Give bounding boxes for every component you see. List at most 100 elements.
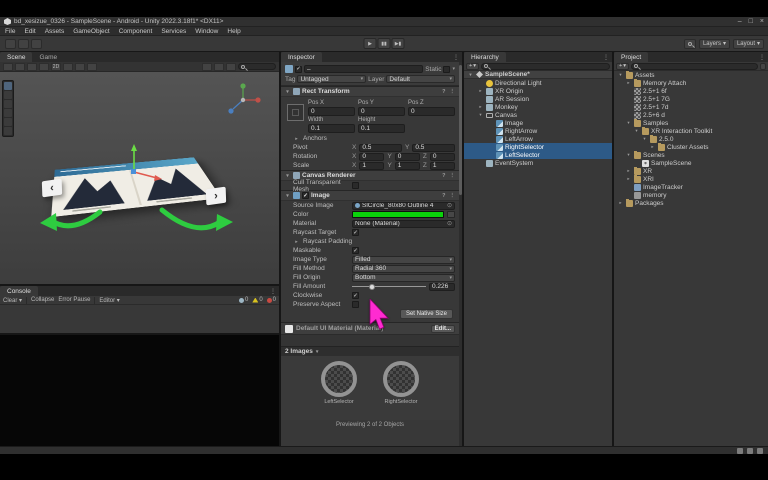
tab-hierarchy[interactable]: Hierarchy [464,52,506,62]
play-button[interactable]: ▶ [364,38,377,49]
project-row[interactable]: 2.5+1 7G [614,95,768,103]
menu-item[interactable]: File [5,28,15,35]
visibility-toggle-icon[interactable] [202,63,212,71]
preserve-aspect-checkbox[interactable] [352,301,359,308]
tag-dropdown[interactable]: Untagged▾ [297,75,366,83]
collapse-toggle[interactable]: Collapse [31,297,54,303]
rotation-y-field[interactable]: 0 [395,153,420,161]
project-row[interactable]: ▾ XR Interaction Toolkit [614,127,768,135]
hierarchy-row[interactable]: LeftSelector [464,151,612,159]
hierarchy-row[interactable]: RightArrow [464,127,612,135]
undo-history-icon[interactable] [31,39,42,49]
menu-item[interactable]: Assets [45,28,65,35]
project-row[interactable]: ▸ XRI [614,175,768,183]
foldout-icon[interactable]: ▸ [625,80,632,86]
image-component-header[interactable]: ▾ ✓ Image ? ⋮ [281,190,459,201]
scene-view-tab[interactable]: Scene [0,52,32,62]
foldout-closed-icon[interactable]: ▸ [293,239,300,245]
foldout-open-icon[interactable]: ▾ [284,173,291,179]
anchors-foldout[interactable]: Anchors [303,135,359,142]
maskable-checkbox[interactable]: ✓ [352,247,359,254]
warning-count[interactable]: 0 [252,297,262,303]
hierarchy-row[interactable]: RightSelector [464,143,612,151]
info-count[interactable]: 0 [239,297,248,303]
foldout-icon[interactable]: ▸ [625,168,632,174]
error-count[interactable]: 0 [267,297,276,303]
preview-item[interactable]: RightSelector [383,361,419,420]
scale-z-field[interactable]: 1 [430,162,455,170]
foldout-icon[interactable]: ▾ [625,152,632,158]
kebab-icon[interactable]: ⋮ [756,52,768,62]
cloud-services-icon[interactable] [18,39,29,49]
foldout-icon[interactable]: ▾ [617,72,624,78]
project-search-input[interactable] [631,63,758,70]
foldout-icon[interactable]: ▾ [625,120,632,126]
create-button[interactable]: +▾ [616,63,629,70]
kebab-icon[interactable]: ⋮ [600,52,612,62]
foldout-icon[interactable]: ▾ [633,128,640,134]
foldout-icon[interactable]: ▸ [649,144,656,150]
foldout-icon[interactable]: ▸ [625,176,632,182]
color-swatch[interactable] [352,211,444,218]
foldout-closed-icon[interactable]: ▸ [293,136,300,142]
pause-button[interactable]: ▮▮ [378,38,391,49]
hierarchy-row[interactable]: AR Session [464,95,612,103]
scene-view-tab[interactable]: Game [32,52,64,62]
layout-dropdown[interactable]: Layout▾ [733,39,764,49]
gizmos-dropdown-icon[interactable] [226,63,236,71]
notifications-icon[interactable] [747,448,753,454]
view-orientation-gizmo[interactable] [228,83,260,113]
kebab-icon[interactable]: ⋮ [449,173,457,179]
gizmo-center-handle[interactable] [131,169,136,174]
project-row[interactable]: 2.5+1 7d [614,103,768,111]
project-row[interactable]: ▾ Scenes [614,151,768,159]
fill-amount-value-field[interactable]: 0.226 [429,283,455,291]
static-checkbox[interactable] [443,66,450,73]
height-field[interactable]: 0.1 [358,124,405,133]
clockwise-checkbox[interactable]: ✓ [352,292,359,299]
project-row[interactable]: ▾ 2.5.0 [614,135,768,143]
pivot-toggle-icon[interactable] [15,63,25,71]
width-field[interactable]: 0.1 [308,124,355,133]
foldout-icon[interactable]: ▾ [467,72,474,78]
project-row[interactable]: ▾ Samples [614,119,768,127]
preview-section-header[interactable]: 2 Images ▾ [281,346,459,356]
project-row[interactable]: ▾ Assets [614,71,768,79]
menu-item[interactable]: Edit [24,28,35,35]
scale-y-field[interactable]: 1 [395,162,420,170]
close-button[interactable]: × [760,18,764,25]
hierarchy-row[interactable]: ▾ SampleScene* [464,71,612,79]
pos-z-field[interactable]: 0 [408,107,455,116]
help-icon[interactable]: ? [441,173,446,179]
tab-console[interactable]: Console [0,286,38,296]
kebab-icon[interactable]: ⋮ [450,52,462,62]
hierarchy-row[interactable]: Directional Light [464,79,612,87]
object-name-field[interactable]: – [304,65,423,73]
edit-material-button[interactable]: Edit... [431,325,455,333]
pos-x-field[interactable]: 0 [308,107,355,116]
rotation-x-field[interactable]: 0 [359,153,384,161]
error-pause-toggle[interactable]: Error Pause [58,297,90,303]
foldout-icon[interactable]: ▾ [641,136,648,142]
pos-y-field[interactable]: 0 [358,107,405,116]
hierarchy-row[interactable]: Image [464,119,612,127]
hierarchy-row[interactable]: ▸ Monkey [464,103,612,111]
set-native-size-button[interactable]: Set Native Size [400,309,453,319]
hierarchy-search-input[interactable] [481,63,610,70]
help-icon[interactable]: ? [441,89,446,95]
scrollbar-thumb[interactable] [459,65,462,195]
scene-search-input[interactable] [238,63,276,70]
preview-item[interactable]: LeftSelector [321,361,357,420]
fill-amount-thumb[interactable] [369,284,375,290]
tool-settings-icon[interactable] [3,63,13,71]
step-button[interactable]: ▶▮ [392,38,405,49]
project-row[interactable]: 2.5+1 6f [614,87,768,95]
menu-item[interactable]: Component [119,28,153,35]
effects-toggle-icon[interactable] [87,63,97,71]
object-picker-icon[interactable]: ⊙ [447,202,452,209]
pivot-x-field[interactable]: 0.5 [359,144,402,152]
fill-amount-slider[interactable] [352,283,426,291]
audio-toggle-icon[interactable] [75,63,85,71]
layers-dropdown[interactable]: Layers▾ [699,39,730,49]
foldout-icon[interactable]: ▸ [617,200,624,206]
